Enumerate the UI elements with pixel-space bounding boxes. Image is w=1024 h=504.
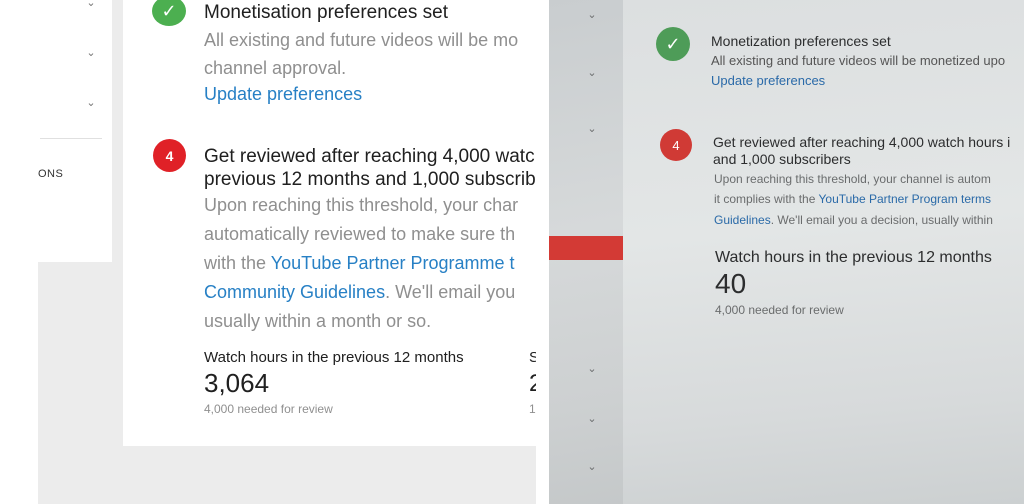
chevron-down-icon[interactable]: ⌄ [585,122,599,136]
guidelines-link[interactable]: Guidelines [714,213,771,227]
review-heading-line2: and 1,000 subscribers [713,151,851,167]
photo-panel: ⌄ ⌄ ⌄ ⌄ ⌄ ⌄ ✓ Monetization preferences s… [549,0,1024,504]
review-desc-line2: automatically reviewed to make sure th [204,224,516,244]
active-nav-indicator [549,236,623,260]
chevron-down-icon[interactable]: ⌄ [585,8,599,22]
review-heading-line1: Get reviewed after reaching 4,000 watch … [713,134,1011,150]
sidebar: ⌄ ⌄ ⌄ ONS [0,0,112,262]
review-desc-line4-text: . We'll email you [385,282,516,302]
update-preferences-link[interactable]: Update preferences [204,84,362,105]
monetization-desc: All existing and future videos will be m… [711,53,1006,68]
review-desc-line3: with the YouTube Partner Programme t [204,253,515,274]
review-desc-line1: Upon reaching this threshold, your char [204,195,519,215]
sidebar-section-label: ONS [38,168,64,180]
subscribers-value-fragment: 2 [529,370,536,397]
chevron-down-icon[interactable]: ⌄ [585,460,599,474]
subscribers-needed-fragment: 1 [529,402,536,416]
sidebar-lower [0,262,38,504]
watch-hours-value: 40 [715,268,747,299]
sidebar-divider [40,138,102,139]
review-desc-line4: Community Guidelines. We'll email you [204,282,515,303]
review-desc-line3-text: with the [204,253,271,273]
monetization-title: Monetization preferences set [711,33,891,49]
chevron-down-icon[interactable]: ⌄ [84,46,98,60]
subscribers-label-fragment: S [529,349,536,366]
chevron-down-icon[interactable]: ⌄ [585,412,599,426]
review-desc-line1: Upon reaching this threshold, your chann… [714,172,991,186]
review-heading-line2: previous 12 months and 1,000 subscrib [204,169,536,190]
monetisation-title: Monetisation preferences set [204,2,448,23]
review-desc-line3-text: . We'll email you a decision, usually wi… [770,213,993,227]
community-guidelines-link[interactable]: Community Guidelines [204,282,385,302]
watch-hours-label: Watch hours in the previous 12 months [204,349,464,366]
chevron-down-icon[interactable]: ⌄ [84,0,98,10]
review-desc-line3: Guidelines. We'll email you a decision, … [714,213,993,227]
partner-programme-link[interactable]: YouTube Partner Programme t [271,253,515,273]
watch-hours-label: Watch hours in the previous 12 months [715,249,992,266]
watch-hours-needed: 4,000 needed for review [715,303,844,317]
review-desc-line5: usually within a month or so. [204,311,432,331]
monetisation-desc-line2: channel approval. [204,58,347,78]
monetisation-desc-line1: All existing and future videos will be m… [204,30,519,50]
chevron-down-icon[interactable]: ⌄ [84,96,98,110]
chevron-down-icon[interactable]: ⌄ [585,66,599,80]
chevron-down-icon[interactable]: ⌄ [585,362,599,376]
review-desc-line2-text: it complies with the [714,192,819,206]
check-icon: ✓ [656,27,690,61]
watch-hours-value: 3,064 [204,368,270,398]
review-desc-line2: it complies with the YouTube Partner Pro… [714,192,991,206]
update-preferences-link[interactable]: Update preferences [711,73,825,88]
review-heading-line1: Get reviewed after reaching 4,000 watc [204,146,535,167]
step-number-badge: 4 [660,129,692,161]
watch-hours-needed: 4,000 needed for review [204,402,333,416]
screenshot-panel: ⌄ ⌄ ⌄ ONS ✓ Monetisation preferences set… [0,0,536,504]
step-number-badge: 4 [153,139,186,172]
partner-program-link[interactable]: YouTube Partner Program terms [819,192,992,206]
